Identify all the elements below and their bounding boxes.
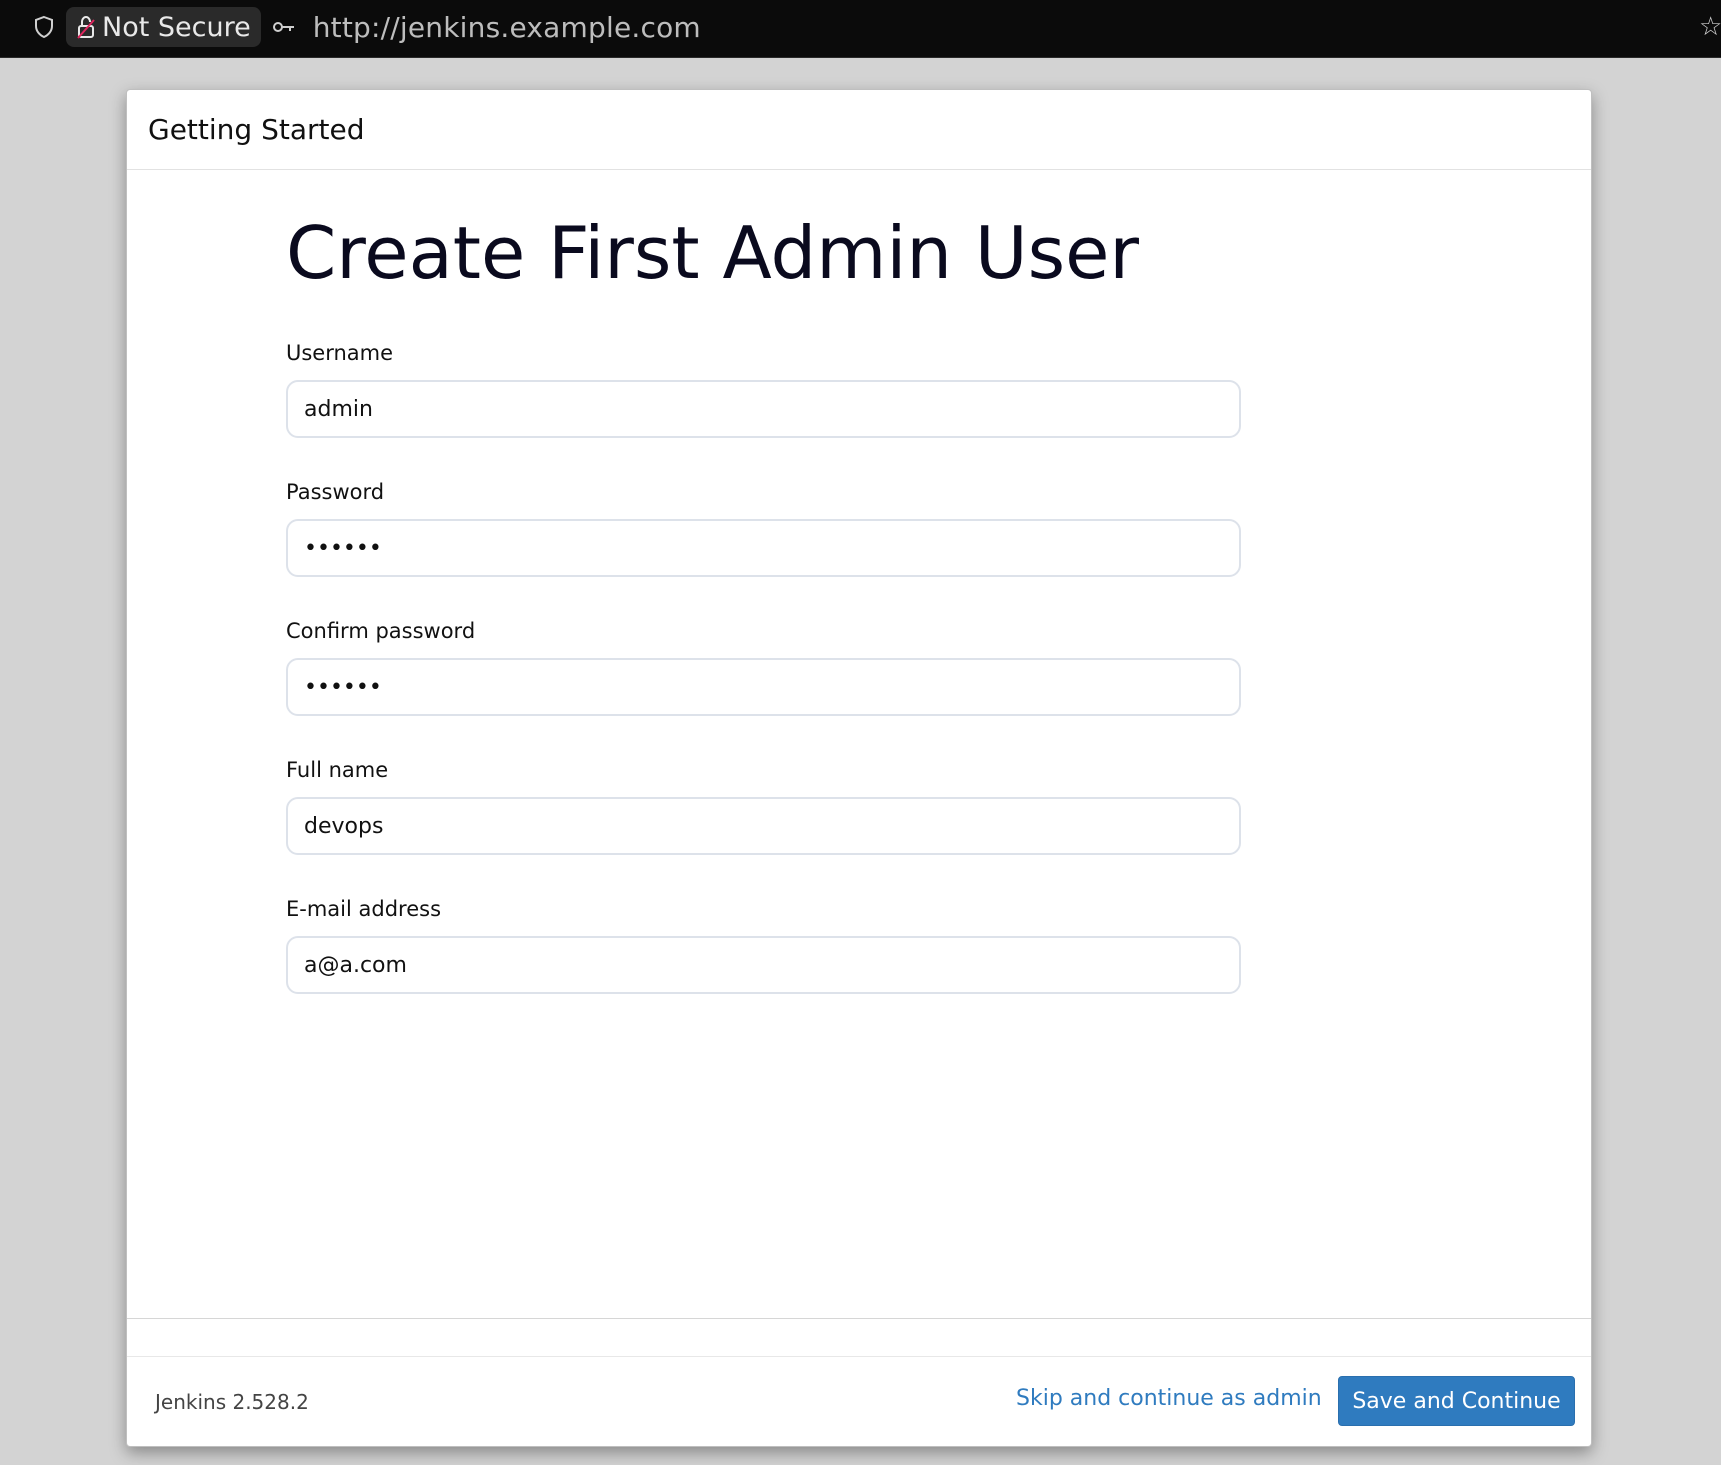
url-left-group: Not Secure http://jenkins.example.com [32, 7, 701, 47]
email-input[interactable] [286, 936, 1241, 994]
not-secure-badge[interactable]: Not Secure [66, 7, 261, 47]
password-field-group: Password [286, 478, 1241, 577]
page-title: Create First Admin User [286, 211, 1139, 295]
url-text[interactable]: http://jenkins.example.com [313, 11, 701, 44]
confirm-password-field-group: Confirm password [286, 617, 1241, 716]
username-field-group: Username [286, 339, 1241, 438]
password-input[interactable] [286, 519, 1241, 577]
not-secure-label: Not Secure [102, 11, 251, 43]
save-and-continue-button[interactable]: Save and Continue [1338, 1376, 1575, 1426]
full-name-label: Full name [286, 758, 389, 782]
skip-continue-as-admin-link[interactable]: Skip and continue as admin [1016, 1386, 1322, 1411]
bookmark-star-icon[interactable]: ☆ [1699, 13, 1721, 41]
admin-user-form: Create First Admin User Username Passwor… [286, 210, 1241, 994]
username-label: Username [286, 341, 394, 365]
setup-dialog: Getting Started Create First Admin User … [126, 89, 1592, 1447]
password-label: Password [286, 480, 385, 504]
browser-url-bar: Not Secure http://jenkins.example.com ☆ [0, 0, 1721, 58]
jenkins-version: Jenkins 2.528.2 [155, 1390, 309, 1414]
username-input[interactable] [286, 380, 1241, 438]
full-name-field-group: Full name [286, 756, 1241, 855]
email-field-group: E-mail address [286, 895, 1241, 994]
confirm-password-label: Confirm password [286, 619, 476, 643]
confirm-password-input[interactable] [286, 658, 1241, 716]
dialog-header-title: Getting Started [148, 113, 365, 146]
footer-divider [127, 1318, 1591, 1319]
footer-divider-secondary [127, 1356, 1591, 1357]
shield-icon[interactable] [32, 15, 56, 39]
dialog-header: Getting Started [127, 90, 1591, 170]
full-name-input[interactable] [286, 797, 1241, 855]
unlocked-lock-icon [77, 15, 95, 39]
key-icon[interactable] [271, 15, 297, 39]
email-label: E-mail address [286, 897, 442, 921]
